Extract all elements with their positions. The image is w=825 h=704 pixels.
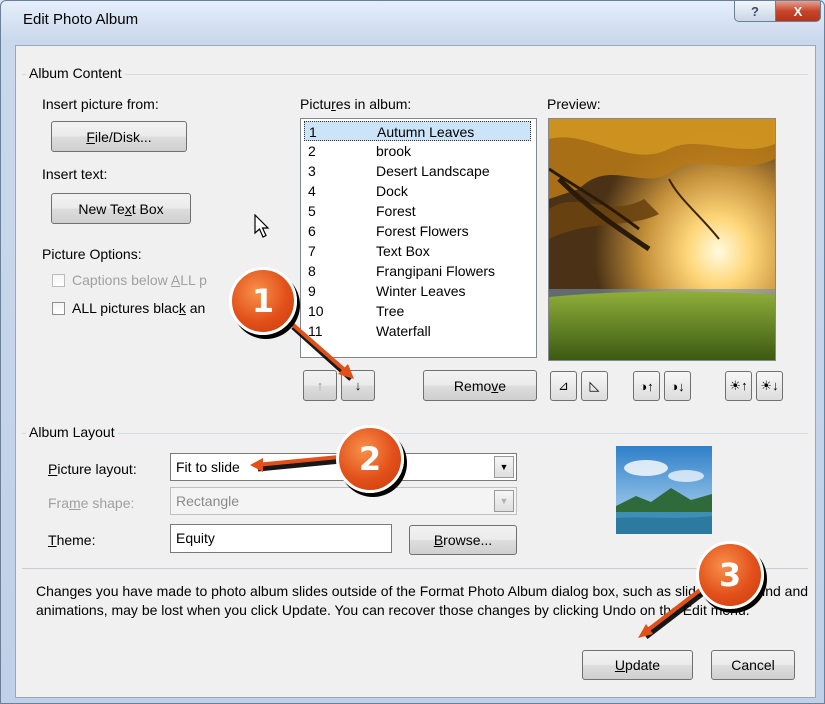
callout-arrows xyxy=(250,321,708,639)
callout-3-arrow xyxy=(642,585,706,635)
callout-2: 2 xyxy=(336,425,404,493)
callout-3: 3 xyxy=(696,541,764,609)
callout-1: 1 xyxy=(229,267,297,335)
callout-1-arrow xyxy=(289,321,350,375)
edit-photo-album-window: Edit Photo Album ? X Album Content Inser… xyxy=(0,0,825,704)
callout-2-arrowhead xyxy=(250,458,263,472)
